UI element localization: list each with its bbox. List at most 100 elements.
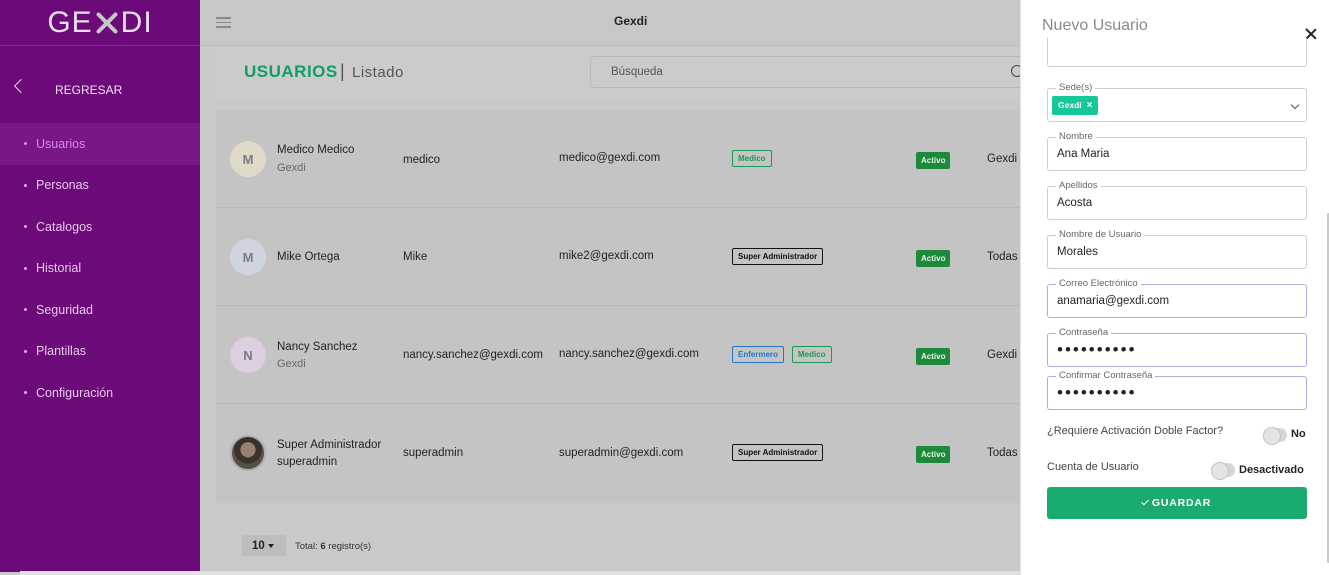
apellidos-field[interactable]: Apellidos Acosta: [1047, 180, 1307, 220]
sidebar-item-catalogos[interactable]: Catalogos: [0, 206, 200, 248]
bullet-icon: [24, 308, 27, 312]
table-row[interactable]: M Medico Medico Gexdi medico medico@gexd…: [216, 110, 1036, 208]
user-site: Todas: [987, 251, 1018, 263]
table-row[interactable]: N Nancy Sanchez Gexdi nancy.sanchez@gexd…: [216, 306, 1036, 404]
sidebar-item-label: Seguridad: [36, 302, 93, 317]
bullet-icon: [24, 225, 27, 229]
page-size-value: 10: [252, 539, 265, 552]
two-factor-label: ¿Requiere Activación Doble Factor?: [1047, 425, 1224, 437]
bullet-icon: [24, 349, 27, 353]
user-site: Gexdi: [987, 153, 1018, 165]
sidebar-item-personas[interactable]: Personas: [0, 165, 200, 207]
sidebar-item-label: Configuración: [36, 385, 114, 400]
confirm-password-label: Confirmar Contraseña: [1056, 370, 1156, 382]
sidebar-item-label: Personas: [36, 178, 89, 193]
sidebar-item-label: Plantillas: [36, 344, 87, 359]
sede-select[interactable]: Sede(s) Gexdi ×: [1047, 82, 1307, 122]
user-username: superadmin: [403, 447, 464, 459]
save-label: GUARDAR: [1151, 497, 1212, 509]
password-value: ••••••••••: [1057, 340, 1137, 359]
total-prefix: Total:: [295, 541, 318, 552]
account-toggle[interactable]: [1211, 462, 1235, 480]
sidebar-item-configuracion[interactable]: Configuración: [0, 372, 200, 414]
correo-value: anamaria@gexdi.com: [1057, 295, 1170, 307]
logo-x-mark: [94, 10, 120, 36]
account-label: Cuenta de Usuario: [1047, 461, 1139, 473]
avatar: M: [230, 239, 266, 275]
drawer-title: Nuevo Usuario: [1042, 17, 1148, 34]
user-sub: Gexdi: [277, 162, 306, 174]
back-label: REGRESAR: [55, 83, 123, 97]
sidebar-item-plantillas[interactable]: Plantillas: [0, 331, 200, 373]
gexdi-logo[interactable]: GE DI: [0, 0, 200, 46]
chevron-down-icon[interactable]: [1290, 100, 1300, 110]
role-badge: Medico: [792, 346, 832, 363]
usuario-value: Morales: [1057, 246, 1098, 258]
sidebar-item-historial[interactable]: Historial: [0, 248, 200, 290]
role-badge: Super Administrador: [732, 248, 824, 265]
user-name: Medico Medico: [277, 144, 355, 156]
horizontal-scrollbar[interactable]: [20, 571, 1020, 575]
apellidos-label: Apellidos: [1056, 180, 1101, 192]
user-site: Todas: [987, 447, 1018, 459]
chip-remove-icon[interactable]: ×: [1087, 100, 1093, 111]
new-user-drawer: Nuevo Usuario Sede(s) Gexdi × Nombre Ana …: [1020, 0, 1329, 575]
user-sub: superadmin: [277, 456, 338, 468]
bullet-icon: [24, 266, 27, 270]
page-title: USUARIOS: [244, 62, 338, 81]
back-button[interactable]: REGRESAR: [0, 76, 200, 102]
user-name: Mike Ortega: [277, 251, 340, 263]
user-name: Super Administrador: [277, 439, 382, 451]
search-placeholder: Búsqueda: [611, 66, 663, 78]
total-records: Total: 6 registro(s): [295, 541, 371, 552]
users-table: M Medico Medico Gexdi medico medico@gexd…: [216, 110, 1036, 503]
role-badge: Medico: [732, 150, 772, 167]
role-badge: Enfermero: [732, 346, 785, 363]
check-icon: [1140, 497, 1149, 506]
nombre-field[interactable]: Nombre Ana Maria: [1047, 131, 1307, 171]
previous-field[interactable]: [1047, 38, 1307, 67]
avatar-photo: [230, 435, 266, 471]
sidebar-item-usuarios[interactable]: Usuarios: [0, 123, 200, 165]
status-badge: Activo: [916, 152, 951, 169]
sidebar-nav: Usuarios Personas Catalogos Historial Se…: [0, 123, 200, 414]
usuario-label: Nombre de Usuario: [1056, 229, 1145, 241]
user-email: medico@gexdi.com: [559, 152, 661, 164]
avatar: M: [230, 141, 266, 177]
two-factor-toggle[interactable]: [1263, 427, 1287, 445]
apellidos-value: Acosta: [1057, 197, 1093, 209]
caret-down-icon: [267, 543, 274, 548]
status-badge: Activo: [916, 348, 951, 365]
usuario-field[interactable]: Nombre de Usuario Morales: [1047, 229, 1307, 269]
sidebar-item-seguridad[interactable]: Seguridad: [0, 289, 200, 331]
save-button[interactable]: GUARDAR: [1047, 487, 1307, 519]
user-username: nancy.sanchez@gexdi.com: [403, 349, 543, 361]
password-field[interactable]: Contraseña ••••••••••: [1047, 327, 1307, 367]
table-footer: 10 Total: 6 registro(s): [216, 526, 1036, 566]
two-factor-value: No: [1291, 428, 1306, 440]
table-row[interactable]: Super Administrador superadmin superadmi…: [216, 404, 1036, 502]
table-row[interactable]: M Mike Ortega Mike mike2@gexdi.com Super…: [216, 208, 1036, 306]
sidebar: GE DI REGRESAR Usuarios Personas Catalogo…: [0, 0, 200, 572]
menu-toggle-icon[interactable]: [216, 17, 231, 28]
nombre-value: Ana Maria: [1057, 148, 1110, 160]
user-email: superadmin@gexdi.com: [559, 447, 684, 459]
status-badge: Activo: [916, 446, 951, 463]
sidebar-item-label: Historial: [36, 261, 82, 276]
confirm-password-field[interactable]: Confirmar Contraseña ••••••••••: [1047, 370, 1307, 410]
search-input[interactable]: Búsqueda: [590, 56, 1036, 88]
user-username: Mike: [403, 251, 428, 263]
correo-field[interactable]: Correo Electrónico anamaria@gexdi.com: [1047, 278, 1307, 318]
bullet-icon: [24, 142, 27, 146]
page-header: USUARIOS | Listado Búsqueda: [216, 48, 1036, 99]
bullet-icon: [24, 391, 27, 395]
user-name: Nancy Sanchez: [277, 341, 358, 353]
page-subtitle: Listado: [352, 64, 404, 81]
page-size-select[interactable]: 10: [242, 535, 286, 556]
status-badge: Activo: [916, 250, 951, 267]
total-suffix: registro(s): [328, 541, 372, 552]
user-sub: Gexdi: [277, 358, 306, 370]
sede-chip: Gexdi ×: [1052, 96, 1099, 115]
sidebar-item-label: Usuarios: [36, 136, 86, 151]
avatar: N: [230, 337, 266, 373]
